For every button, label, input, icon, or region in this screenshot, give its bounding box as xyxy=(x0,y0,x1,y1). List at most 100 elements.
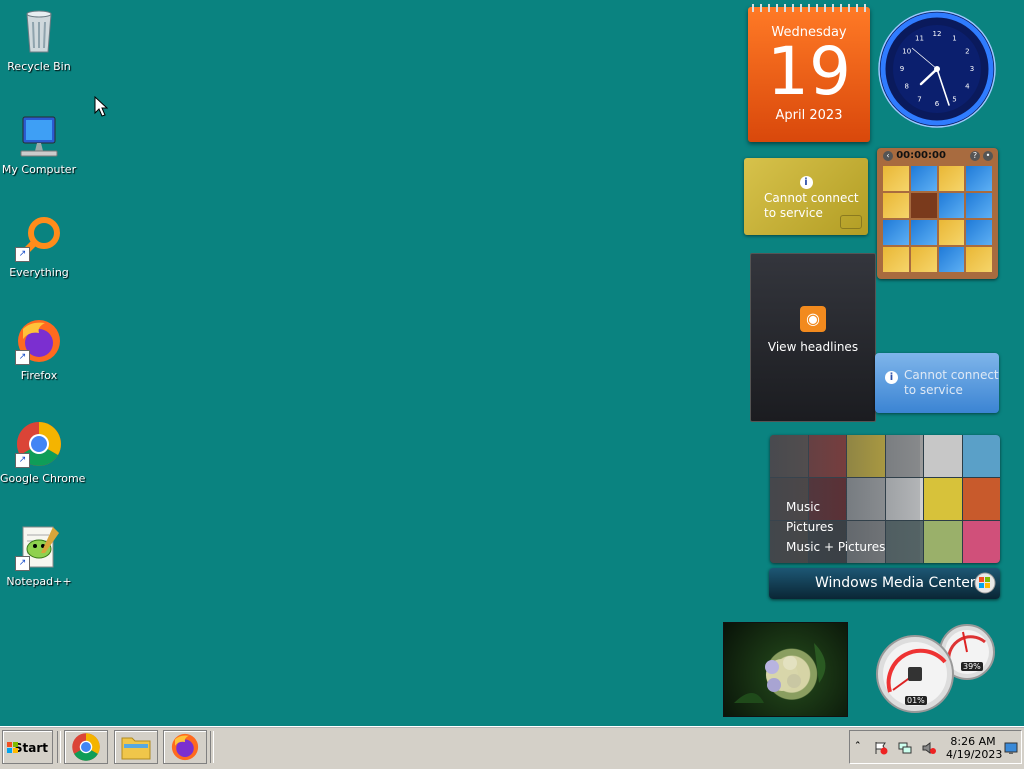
puzzle-tile[interactable] xyxy=(883,193,909,218)
firefox-icon xyxy=(171,733,199,761)
desktop: Recycle Bin My Computer ↗ Everything ↗ F… xyxy=(0,0,1024,726)
calendar-gadget[interactable]: Wednesday 19 April 2023 xyxy=(748,4,870,142)
puzzle-tile[interactable] xyxy=(938,193,965,218)
firefox-icon: ↗ xyxy=(15,317,63,365)
puzzle-tile[interactable] xyxy=(938,166,965,191)
puzzle-tile[interactable] xyxy=(910,220,937,245)
windows-media-center-bar[interactable]: Windows Media Center xyxy=(769,568,1000,599)
shortcut-arrow-icon: ↗ xyxy=(15,453,30,468)
info-icon: i xyxy=(799,176,813,189)
folder-icon xyxy=(121,737,151,760)
puzzle-timer: 00:00:00 xyxy=(896,150,946,161)
puzzle-tile[interactable] xyxy=(910,166,937,191)
view-headlines-link[interactable]: View headlines xyxy=(751,340,875,354)
picture-puzzle-gadget[interactable]: ‹ 00:00:00 ? • xyxy=(877,148,998,279)
windows-orb-icon xyxy=(974,572,996,594)
weather-message-line1: Cannot connect xyxy=(904,368,999,382)
clock-numeral: 2 xyxy=(965,48,969,56)
puzzle-back-icon[interactable]: ‹ xyxy=(883,151,893,161)
puzzle-tile[interactable] xyxy=(966,247,992,272)
coins-icon xyxy=(840,215,862,229)
puzzle-empty-slot xyxy=(910,193,937,218)
puzzle-tile[interactable] xyxy=(966,220,992,245)
clock-numeral: 9 xyxy=(900,65,904,73)
media-menu-music-pictures[interactable]: Music + Pictures xyxy=(786,537,885,557)
puzzle-tile[interactable] xyxy=(938,247,965,272)
media-center-gadget[interactable]: Music Pictures Music + Pictures xyxy=(770,435,1000,563)
taskbar-separator xyxy=(57,731,61,763)
show-hidden-icons-icon[interactable]: ˆ xyxy=(855,740,861,753)
clock-numeral: 7 xyxy=(917,95,921,103)
mouse-pointer-icon xyxy=(94,95,109,122)
slide-show-gadget[interactable] xyxy=(723,622,848,717)
clock-numeral: 5 xyxy=(952,95,956,103)
puzzle-help-icon[interactable]: ? xyxy=(970,151,980,161)
weather-gadget[interactable]: i Cannot connect to service xyxy=(875,353,999,413)
stocks-gadget[interactable]: i Cannot connect to service xyxy=(744,158,868,235)
show-desktop-icon[interactable] xyxy=(1004,741,1018,755)
puzzle-tile[interactable] xyxy=(883,166,909,191)
shortcut-arrow-icon: ↗ xyxy=(15,350,30,365)
puzzle-tile[interactable] xyxy=(883,247,909,272)
clock-numeral: 4 xyxy=(965,83,970,91)
clock-face: 121234567891011 xyxy=(878,10,996,128)
puzzle-tile[interactable] xyxy=(910,247,937,272)
desktop-icon-firefox[interactable]: ↗ Firefox xyxy=(0,317,78,382)
clock-gadget[interactable]: 12 1 2 3 4 5 6 7 8 9 10 11 xyxy=(876,8,998,130)
taskbar-button-file-explorer[interactable] xyxy=(114,730,158,764)
calendar-day-number: 19 xyxy=(767,33,851,110)
chrome-icon xyxy=(72,733,100,761)
clock-numeral: 3 xyxy=(970,65,974,73)
notepad-plus-plus-icon: ↗ xyxy=(15,523,63,571)
desktop-icon-google-chrome[interactable]: ↗ Google Chrome xyxy=(0,420,86,485)
clock-numeral: 1 xyxy=(952,35,956,43)
puzzle-tile[interactable] xyxy=(938,220,965,245)
network-icon[interactable] xyxy=(898,741,912,755)
taskbar-button-chrome[interactable] xyxy=(64,730,108,764)
desktop-icon-my-computer[interactable]: My Computer xyxy=(0,111,78,176)
notepad-plus-plus-label: Notepad++ xyxy=(6,575,72,588)
clock-numeral: 12 xyxy=(933,30,942,38)
clock-numeral: 6 xyxy=(935,100,940,108)
shortcut-arrow-icon: ↗ xyxy=(15,556,30,571)
clock-numeral: 10 xyxy=(902,48,911,56)
rss-feed-icon: ◉ xyxy=(800,306,826,332)
puzzle-solve-icon[interactable]: • xyxy=(983,151,993,161)
calendar-rings xyxy=(752,4,866,12)
info-icon: i xyxy=(885,371,898,384)
volume-muted-icon[interactable] xyxy=(922,741,936,755)
puzzle-tile[interactable] xyxy=(883,220,909,245)
media-menu-pictures[interactable]: Pictures xyxy=(786,517,885,537)
feed-headlines-gadget[interactable]: ◉ View headlines xyxy=(750,253,876,422)
hydrangea-photo xyxy=(734,643,826,703)
computer-icon xyxy=(15,111,63,159)
cpu-meter-gadget[interactable]: 01% 39% xyxy=(875,622,999,716)
my-computer-label: My Computer xyxy=(1,163,77,176)
calendar-month-year: April 2023 xyxy=(775,108,843,123)
media-menu-music[interactable]: Music xyxy=(786,497,885,517)
taskbar-button-firefox[interactable] xyxy=(163,730,207,764)
recycle-bin-label: Recycle Bin xyxy=(7,60,71,73)
taskbar-separator xyxy=(210,731,214,763)
clock-numeral: 11 xyxy=(915,35,924,43)
chrome-icon: ↗ xyxy=(15,420,63,468)
memory-usage-value: 39% xyxy=(961,662,983,671)
taskbar-clock[interactable]: 8:26 AM 4/19/2023 xyxy=(946,735,1003,761)
everything-search-icon: ↗ xyxy=(15,214,63,262)
desktop-icon-recycle-bin[interactable]: Recycle Bin xyxy=(0,8,78,73)
start-button[interactable]: Start xyxy=(2,730,53,764)
taskbar-time: 8:26 AM xyxy=(950,735,996,748)
puzzle-grid[interactable] xyxy=(883,166,992,272)
system-tray: ˆ 8:26 AM 4/19/2023 xyxy=(849,730,1022,764)
windows-flag-icon xyxy=(7,742,18,753)
puzzle-tile[interactable] xyxy=(966,193,992,218)
shortcut-arrow-icon: ↗ xyxy=(15,247,30,262)
puzzle-tile[interactable] xyxy=(966,166,992,191)
action-center-flag-icon[interactable] xyxy=(874,741,888,755)
taskbar: Start ˆ 8:26 AM 4/19/2023 xyxy=(0,726,1024,769)
desktop-icon-everything[interactable]: ↗ Everything xyxy=(0,214,78,279)
cpu-usage-value: 01% xyxy=(905,696,927,705)
desktop-icon-notepad-plus-plus[interactable]: ↗ Notepad++ xyxy=(0,523,78,588)
google-chrome-label: Google Chrome xyxy=(0,472,86,485)
taskbar-date: 4/19/2023 xyxy=(946,748,1003,761)
